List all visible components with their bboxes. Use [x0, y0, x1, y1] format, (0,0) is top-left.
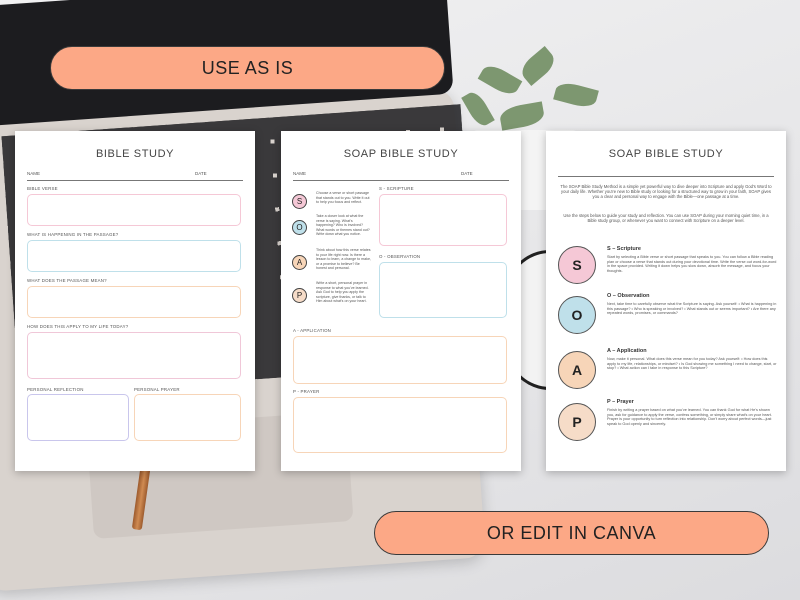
apply-box[interactable]: [27, 332, 241, 379]
edit-in-canva-banner: OR EDIT IN CANVA: [374, 511, 769, 555]
scripture-text: Start by selecting a Bible verse or shor…: [607, 255, 777, 274]
bible-verse-label: BIBLE VERSE: [27, 186, 58, 191]
observation-label: O - OBSERVATION: [379, 254, 421, 259]
happening-label: WHAT IS HAPPENING IN THE PASSAGE?: [27, 232, 119, 237]
prayer-text: Finish by writing a prayer based on what…: [607, 408, 772, 427]
date-label: DATE: [195, 171, 207, 176]
tip-prayer: Write a short, personal prayer in respon…: [316, 281, 369, 304]
mean-label: WHAT DOES THE PASSAGE MEAN?: [27, 278, 107, 283]
name-label: NAME: [27, 171, 41, 176]
apply-label: HOW DOES THIS APPLY TO MY LIFE TODAY?: [27, 324, 129, 329]
prayer-box[interactable]: [293, 397, 507, 453]
use-as-is-banner: USE AS IS: [50, 46, 445, 90]
tip-application: Think about how this verse relates to yo…: [316, 248, 371, 271]
bible-verse-box[interactable]: [27, 194, 241, 226]
divider: [27, 180, 243, 181]
prayer-label: P - PRAYER: [293, 389, 320, 394]
letter-o-circle: O: [558, 296, 596, 334]
divider: [558, 176, 774, 177]
letter-p-circle: P: [558, 403, 596, 441]
observation-text: Next, take time to carefully observe wha…: [607, 302, 777, 316]
intro-paragraph: The SOAP Bible Study Method is a simple …: [560, 184, 772, 200]
reflection-label: PERSONAL REFLECTION: [27, 387, 84, 392]
page-title: SOAP BIBLE STUDY: [343, 148, 459, 160]
observation-box[interactable]: [379, 262, 507, 318]
scripture-box[interactable]: [379, 194, 507, 246]
soap-guide-page: SOAP BIBLE STUDY The SOAP Bible Study Me…: [546, 131, 786, 471]
letter-s-circle: S: [292, 194, 307, 209]
scripture-label: S - SCRIPTURE: [379, 186, 414, 191]
prayer-box[interactable]: [134, 394, 241, 441]
instructions-paragraph: Use the steps below to guide your study …: [563, 213, 769, 224]
name-label: NAME: [293, 171, 307, 176]
scripture-heading: S – Scripture: [607, 246, 641, 252]
reflection-box[interactable]: [27, 394, 129, 441]
mean-box[interactable]: [27, 286, 241, 318]
application-box[interactable]: [293, 336, 507, 384]
tip-observation: Take a closer look at what the verse is …: [316, 214, 370, 237]
application-heading: A – Application: [607, 348, 647, 354]
page-title: BIBLE STUDY: [95, 148, 175, 160]
application-label: A - APPLICATION: [293, 328, 332, 333]
letter-a-circle: A: [558, 351, 596, 389]
soap-worksheet-page: SOAP BIBLE STUDY NAME DATE S Choose a ve…: [281, 131, 521, 471]
letter-s-circle: S: [558, 246, 596, 284]
observation-heading: O – Observation: [607, 293, 650, 299]
date-label: DATE: [461, 171, 473, 176]
bible-study-page: BIBLE STUDY NAME DATE BIBLE VERSE WHAT I…: [15, 131, 255, 471]
letter-a-circle: A: [292, 255, 307, 270]
happening-box[interactable]: [27, 240, 241, 272]
application-text: Now, make it personal. What does this ve…: [607, 357, 777, 371]
tip-scripture: Choose a verse or short passage that sta…: [316, 191, 370, 205]
prayer-label: PERSONAL PRAYER: [134, 387, 180, 392]
letter-p-circle: P: [292, 288, 307, 303]
prayer-heading: P – Prayer: [607, 399, 634, 405]
page-title: SOAP BIBLE STUDY: [608, 148, 724, 160]
divider: [293, 180, 509, 181]
letter-o-circle: O: [292, 220, 307, 235]
